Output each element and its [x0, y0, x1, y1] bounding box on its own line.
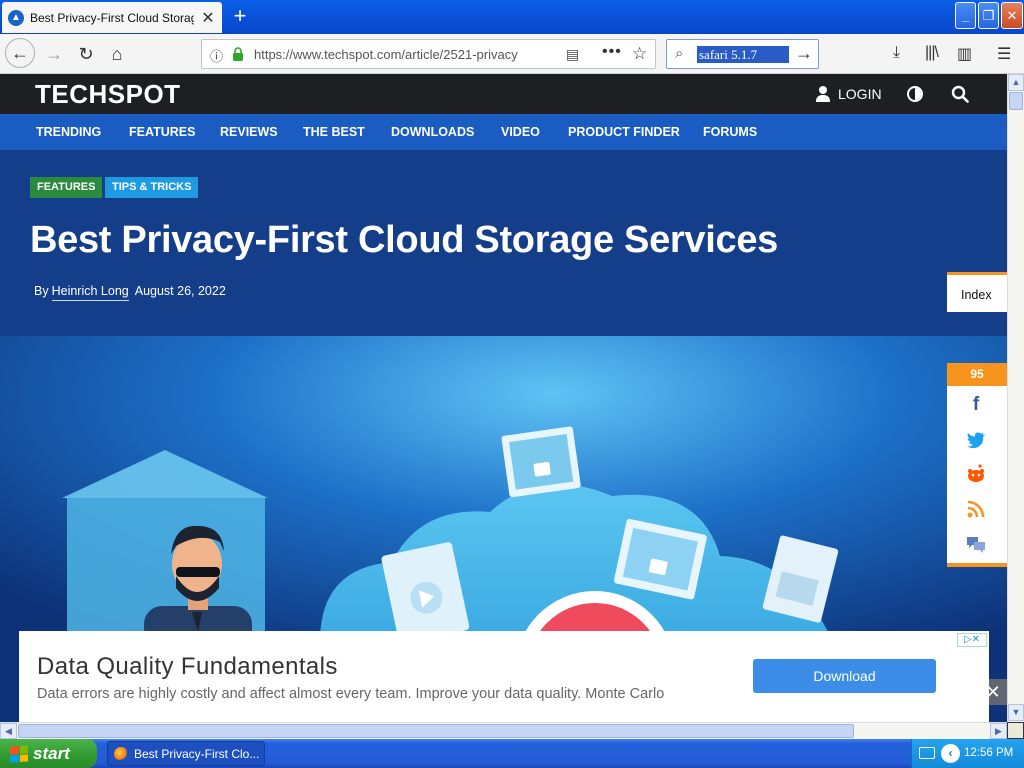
logo-text: TECHSPOT [35, 79, 181, 109]
nav-downloads[interactable]: DOWNLOADS [391, 125, 474, 139]
downloads-icon[interactable]: ⤓ [893, 44, 900, 62]
vertical-scroll-thumb[interactable] [1009, 92, 1023, 110]
minimize-window-button[interactable]: _ [955, 2, 976, 29]
article-title: Best Privacy-First Cloud Storage Service… [30, 219, 778, 261]
reload-button[interactable]: ↻ [72, 40, 100, 68]
start-button[interactable]: start [0, 739, 97, 768]
nav-video[interactable]: VIDEO [501, 125, 540, 139]
url-text[interactable]: https://www.techspot.com/article/2521-pr… [254, 47, 526, 62]
search-go-arrow-icon[interactable]: → [795, 43, 813, 64]
close-tab-icon[interactable]: ✕ [200, 8, 216, 28]
ad-download-button[interactable]: Download [753, 659, 936, 693]
facebook-icon[interactable]: f [965, 394, 987, 416]
ad-banner[interactable]: Data Quality Fundamentals Data errors ar… [19, 631, 989, 722]
scroll-right-arrow-icon[interactable]: ▶ [990, 723, 1007, 739]
show-hidden-icons-icon[interactable]: ‹ [941, 744, 960, 763]
horizontal-scroll-thumb[interactable] [18, 724, 854, 738]
nav-features[interactable]: FEATURES [129, 125, 195, 139]
windows-flag-icon [10, 744, 28, 763]
user-icon [816, 86, 830, 102]
login-button[interactable]: LOGIN [816, 86, 882, 102]
browser-tab[interactable]: ▲ Best Privacy-First Cloud Storage S ✕ [2, 2, 222, 33]
twitter-icon[interactable] [965, 429, 987, 451]
rss-icon[interactable] [965, 498, 987, 520]
scroll-down-arrow-icon[interactable]: ▼ [1008, 704, 1024, 721]
techspot-logo[interactable]: TECHSPOT [35, 79, 181, 110]
site-info-icon[interactable]: ⓘ [210, 46, 223, 65]
tab-title: Best Privacy-First Cloud Storage S [30, 10, 194, 25]
publish-date: August 26, 2022 [134, 284, 226, 298]
nav-reviews[interactable]: REVIEWS [220, 125, 278, 139]
ad-text[interactable]: Data errors are highly costly and affect… [37, 686, 664, 702]
system-tray: ‹ 12:56 PM [911, 739, 1024, 768]
lock-icon [233, 47, 243, 61]
vertical-scrollbar[interactable]: ▲ ▼ [1007, 74, 1024, 722]
nav-product-finder[interactable]: PRODUCT FINDER [568, 125, 680, 139]
desktop: ▲ Best Privacy-First Cloud Storage S ✕ +… [0, 0, 1024, 768]
scroll-left-arrow-icon[interactable]: ◀ [0, 723, 17, 739]
index-label: Index [961, 288, 992, 302]
sidebar-icon[interactable]: ▥ [957, 44, 972, 64]
site-header: TECHSPOT LOGIN [0, 74, 1007, 114]
nav-the-best[interactable]: THE BEST [303, 125, 365, 139]
site-search-icon[interactable] [951, 85, 969, 103]
home-button[interactable]: ⌂ [103, 40, 131, 68]
nav-forums[interactable]: FORUMS [703, 125, 757, 139]
tab-strip: ▲ Best Privacy-First Cloud Storage S ✕ +… [0, 0, 1024, 34]
start-label: start [33, 743, 70, 763]
login-label: LOGIN [838, 86, 882, 102]
menu-hamburger-icon[interactable]: ☰ [997, 44, 1011, 64]
url-bar[interactable]: ⓘ https://www.techspot.com/article/2521-… [201, 39, 656, 69]
tray-clock[interactable]: 12:56 PM [964, 747, 1013, 759]
share-rail: 95 f [947, 363, 1007, 567]
firefox-icon [114, 746, 128, 761]
keyboard-icon[interactable] [919, 747, 935, 759]
author-link[interactable]: Heinrich Long [51, 284, 129, 301]
horizontal-scrollbar[interactable]: ◀ ▶ [0, 722, 1007, 739]
reddit-icon[interactable] [965, 463, 987, 485]
nav-trending[interactable]: TRENDING [36, 125, 101, 139]
scrollbar-corner [1007, 722, 1024, 739]
back-button[interactable]: ← [5, 38, 35, 68]
tag-features[interactable]: FEATURES [30, 177, 103, 198]
new-tab-button[interactable]: + [228, 5, 252, 29]
search-input[interactable] [697, 46, 789, 63]
bookmark-star-icon[interactable]: ☆ [632, 44, 647, 64]
index-button[interactable]: Index [947, 272, 1007, 312]
comments-icon[interactable] [965, 533, 987, 555]
dark-mode-toggle-icon[interactable] [907, 86, 923, 102]
close-window-button[interactable]: ✕ [1001, 2, 1023, 29]
site-nav: TRENDING FEATURES REVIEWS THE BEST DOWNL… [0, 114, 1007, 150]
share-count: 95 [947, 363, 1007, 386]
library-icon[interactable]: |||\ [925, 44, 939, 62]
scroll-up-arrow-icon[interactable]: ▲ [1008, 74, 1024, 91]
navigation-toolbar: ← → ↻ ⌂ ⓘ https://www.techspot.com/artic… [0, 34, 1024, 74]
search-bar[interactable]: ⌕ → [666, 39, 819, 69]
byline: By Heinrich Long August 26, 2022 [34, 284, 226, 301]
page-actions-icon[interactable]: ••• [602, 43, 622, 61]
reader-view-icon[interactable]: ▤ [566, 46, 579, 63]
taskbar: start Best Privacy-First Clo... ‹ 12:56 … [0, 739, 1024, 768]
techspot-favicon-icon: ▲ [8, 9, 24, 26]
search-icon: ⌕ [675, 45, 684, 62]
taskbar-window-item[interactable]: Best Privacy-First Clo... [107, 741, 265, 766]
ad-title[interactable]: Data Quality Fundamentals [37, 653, 338, 681]
forward-button[interactable]: → [40, 40, 68, 68]
maximize-window-button[interactable]: ❐ [978, 2, 999, 29]
tag-tips-tricks[interactable]: TIPS & TRICKS [105, 177, 199, 198]
ad-choices-icon[interactable]: ▷✕ [957, 633, 987, 647]
taskbar-window-title: Best Privacy-First Clo... [134, 746, 260, 761]
byline-prefix: By [34, 284, 49, 298]
web-page: TECHSPOT LOGIN TRENDING FEATURES REVIEWS… [0, 74, 1007, 722]
